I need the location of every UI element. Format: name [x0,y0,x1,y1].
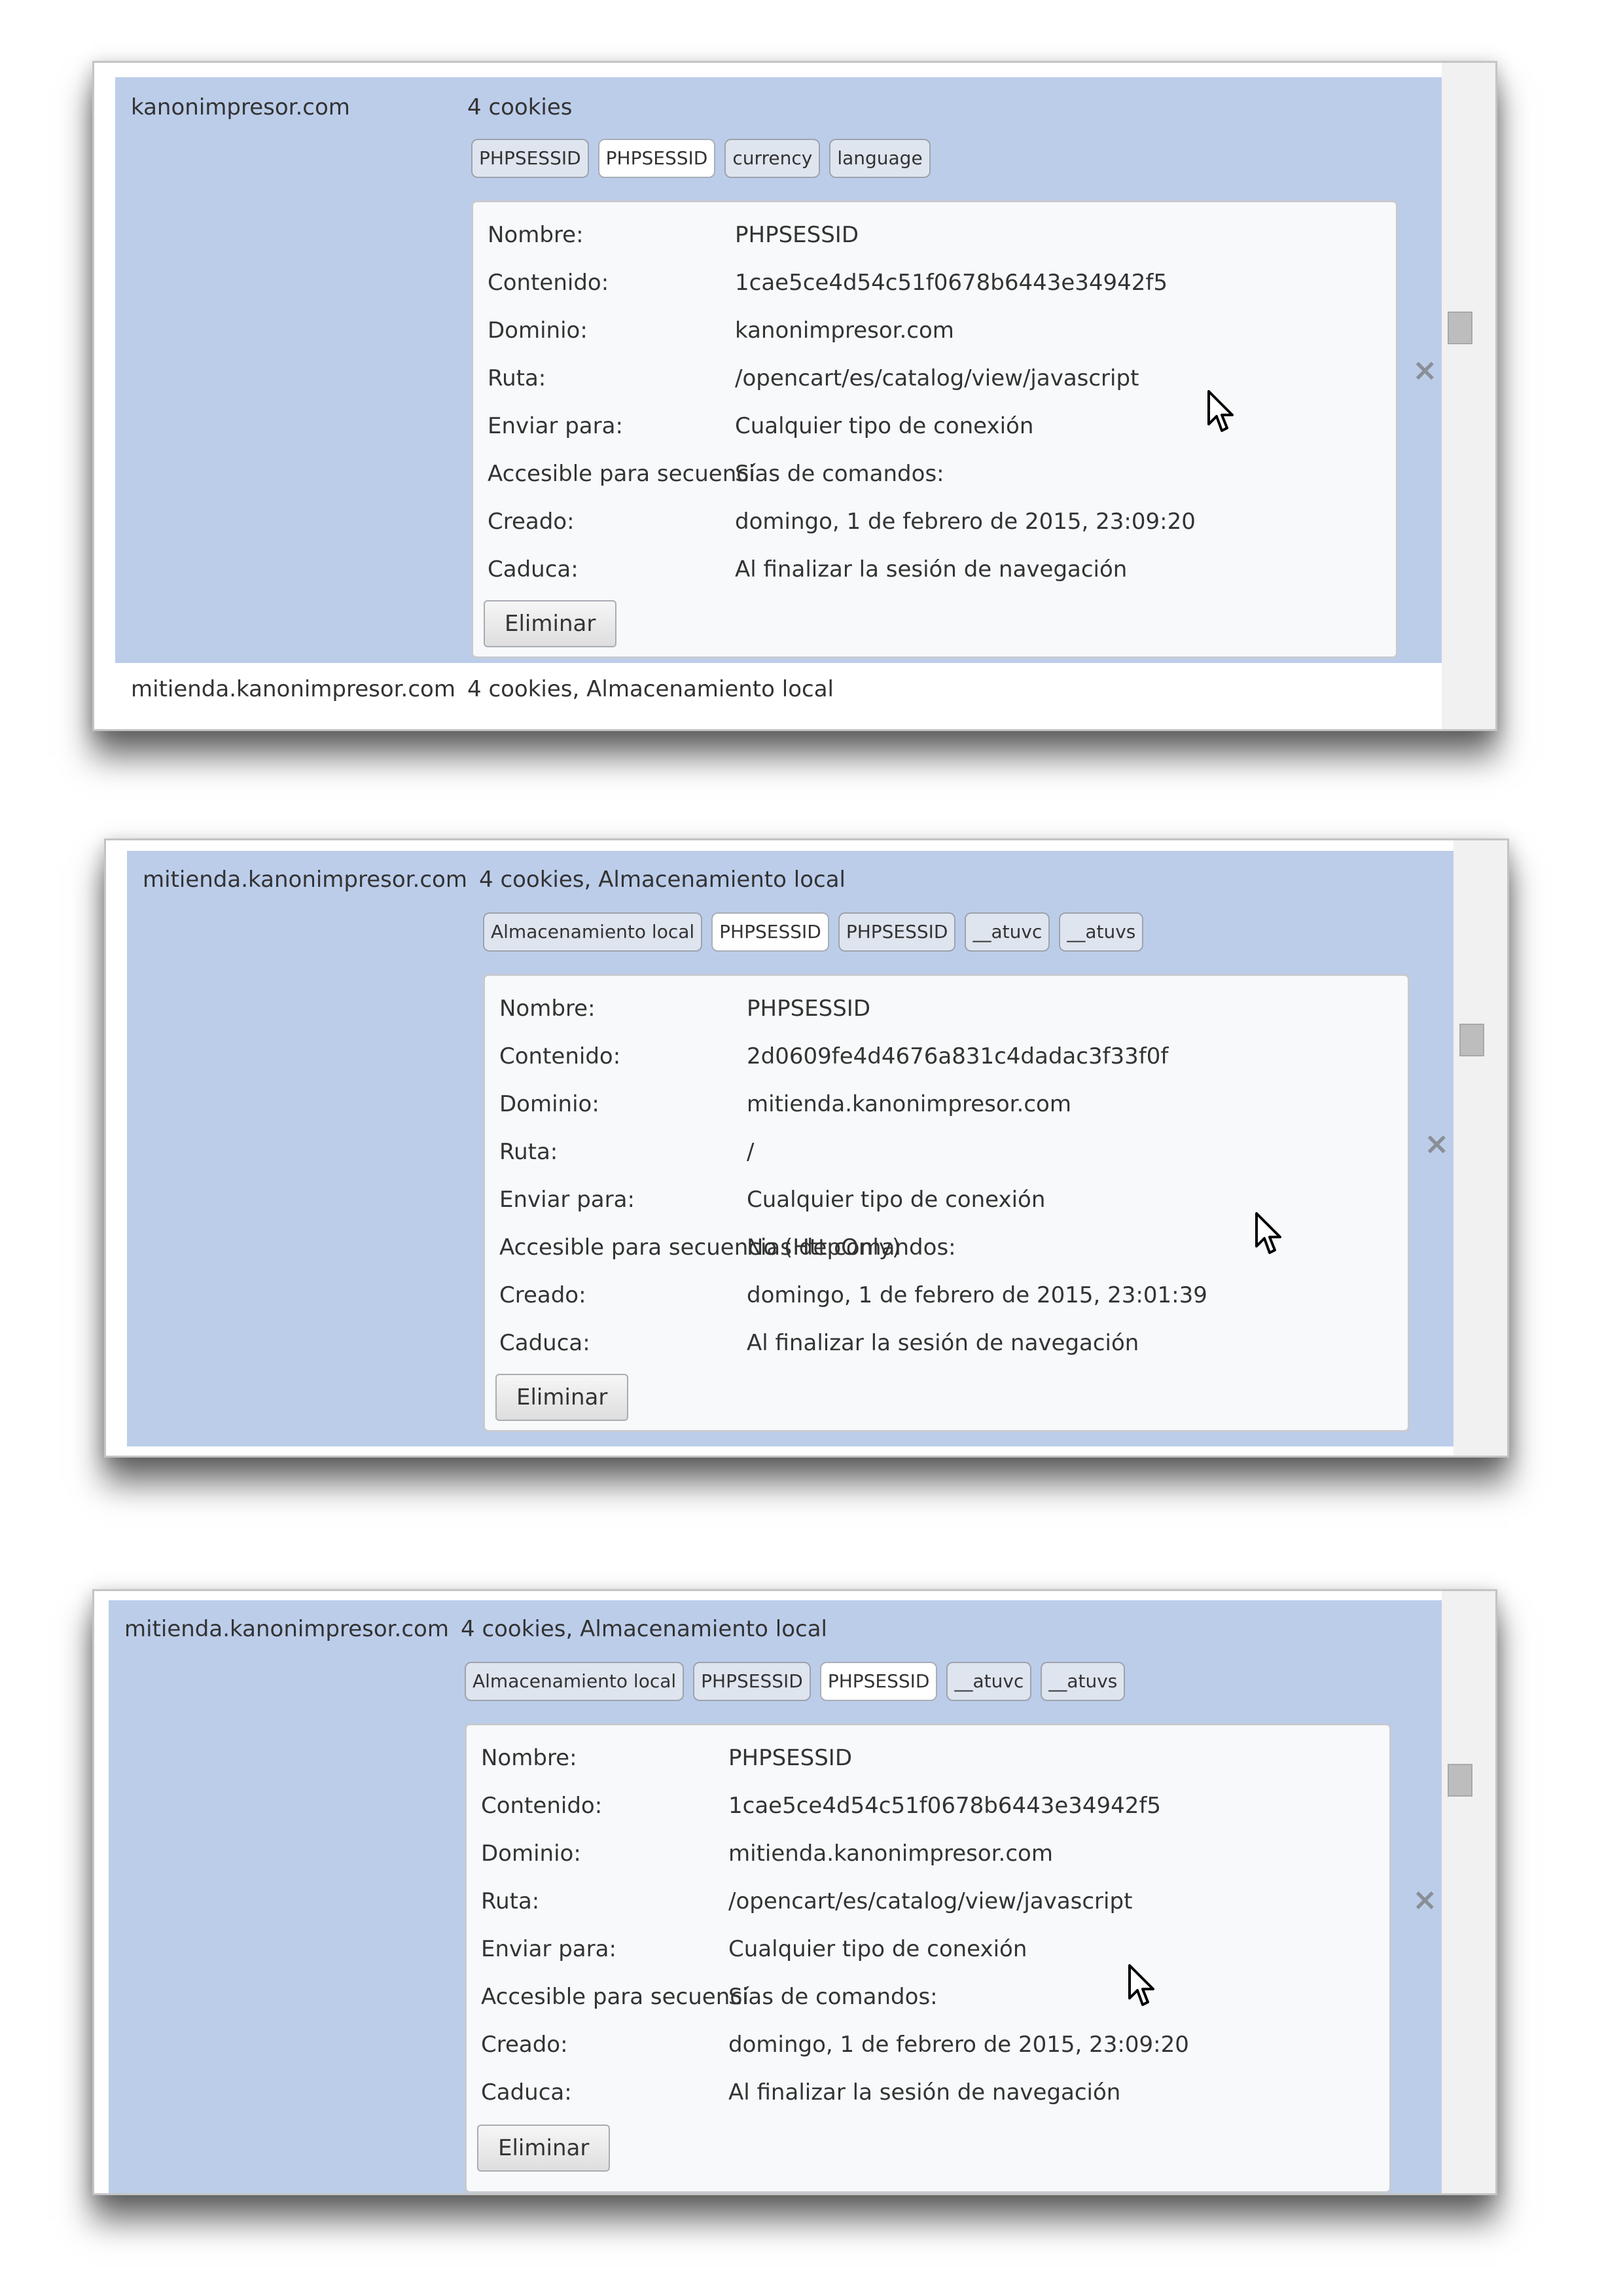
scrollbar-track[interactable] [1442,1591,1495,2193]
cookie-chip[interactable]: Almacenamiento local [465,1662,685,1701]
close-icon[interactable]: × [1412,1884,1438,1914]
site-row-mitienda[interactable]: mitienda.kanonimpresor.com 4 cookies, Al… [115,663,1442,729]
detail-label: Contenido: [488,270,609,296]
cookie-chip[interactable]: __atuvc [965,912,1050,952]
detail-value: Cualquier tipo de conexión [747,1187,1046,1213]
detail-value: 1cae5ce4d54c51f0678b6443e34942f5 [728,1793,1162,1819]
close-icon[interactable]: × [1412,355,1438,385]
detail-label: Dominio: [481,1840,581,1867]
close-icon[interactable]: × [1424,1128,1450,1158]
site-name: kanonimpresor.com [131,94,350,120]
cookie-chip-list: PHPSESSID PHPSESSID currency language [471,139,931,178]
cookie-chip-list: Almacenamiento local PHPSESSID PHPSESSID… [465,1662,1126,1701]
detail-value: domingo, 1 de febrero de 2015, 23:09:20 [735,509,1196,535]
cookie-chip[interactable]: __atuvc [946,1662,1032,1701]
detail-label: Dominio: [499,1091,599,1117]
detail-value: PHPSESSID [735,222,859,248]
cookie-chip-list: Almacenamiento local PHPSESSID PHPSESSID… [483,912,1144,952]
cookie-chip[interactable]: PHPSESSID [838,912,956,952]
mouse-cursor-icon [1128,1964,1154,2006]
detail-value: 1cae5ce4d54c51f0678b6443e34942f5 [735,270,1168,296]
detail-label: Contenido: [481,1793,603,1819]
detail-label: Ruta: [488,365,546,391]
site-row-mitienda[interactable]: mitienda.kanonimpresor.com 4 cookies, Al… [109,1600,1442,2193]
detail-label: Enviar para: [481,1936,616,1962]
detail-value: domingo, 1 de febrero de 2015, 23:01:39 [747,1282,1207,1308]
cookie-chip-selected[interactable]: PHPSESSID [819,1662,938,1701]
detail-value: kanonimpresor.com [735,317,954,344]
cookie-panel-1: kanonimpresor.com 4 cookies PHPSESSID PH… [92,61,1497,731]
detail-value: mitienda.kanonimpresor.com [728,1840,1053,1867]
detail-label: Enviar para: [499,1187,635,1213]
scrollbar-track[interactable] [1454,840,1507,1456]
detail-label: Nombre: [481,1745,577,1771]
detail-value: /opencart/es/catalog/view/javascript [735,365,1139,391]
detail-value: No (HttpOnly) [747,1234,901,1261]
cookie-panel-2: mitienda.kanonimpresor.com 4 cookies, Al… [104,838,1509,1458]
mouse-cursor-icon [1207,390,1234,432]
cookie-detail-card: Nombre: PHPSESSID Contenido: 2d0609fe4d467… [483,974,1410,1432]
detail-value: Al finalizar la sesión de navegación [747,1330,1139,1356]
delete-button[interactable]: Eliminar [477,2125,611,2172]
detail-label: Creado: [481,2032,568,2058]
scrollbar-track[interactable] [1442,63,1495,729]
site-row-kanonimpresor[interactable]: kanonimpresor.com 4 cookies PHPSESSID PH… [115,77,1442,663]
detail-value: Cualquier tipo de conexión [728,1936,1027,1962]
site-name: mitienda.kanonimpresor.com [131,676,455,702]
cookie-chip[interactable]: __atuvs [1041,1662,1126,1701]
scrollbar-thumb[interactable] [1448,1764,1472,1797]
detail-label: Ruta: [499,1139,558,1165]
scrollbar-thumb[interactable] [1448,312,1472,344]
detail-label: Dominio: [488,317,588,344]
detail-value: mitienda.kanonimpresor.com [747,1091,1071,1117]
site-name: mitienda.kanonimpresor.com [124,1616,449,1642]
cookie-detail-card: Nombre: PHPSESSID Contenido: 1cae5ce4d54c5… [465,1723,1391,2193]
cookie-chip[interactable]: language [829,139,931,178]
delete-button[interactable]: Eliminar [484,600,617,647]
detail-label: Nombre: [488,222,584,248]
cookie-chip[interactable]: Almacenamiento local [483,912,703,952]
detail-label: Creado: [488,509,575,535]
delete-button[interactable]: Eliminar [495,1374,629,1421]
cookie-chip-selected[interactable]: PHPSESSID [711,912,829,952]
detail-label: Creado: [499,1282,586,1308]
detail-label: Accesible para secuencias de comandos: [488,461,944,487]
cookie-summary: 4 cookies, Almacenamiento local [467,676,834,702]
detail-value: domingo, 1 de febrero de 2015, 23:09:20 [728,2032,1189,2058]
detail-value: PHPSESSID [728,1745,853,1771]
detail-value: Al finalizar la sesión de navegación [728,2079,1121,2106]
mouse-cursor-icon [1255,1212,1281,1254]
detail-value: Sí [735,461,756,487]
detail-value: 2d0609fe4d4676a831c4dadac3f33f0f [747,1043,1169,1069]
cookie-summary: 4 cookies [467,94,573,120]
detail-label: Accesible para secuencias de comandos: [481,1984,938,2010]
detail-label: Nombre: [499,996,596,1022]
site-name: mitienda.kanonimpresor.com [143,867,467,893]
detail-value: / [747,1139,755,1165]
detail-value: Cualquier tipo de conexión [735,413,1034,439]
cookie-summary: 4 cookies, Almacenamiento local [479,867,846,893]
scrollbar-thumb[interactable] [1459,1024,1484,1056]
cookie-chip[interactable]: PHPSESSID [693,1662,811,1701]
cookie-chip[interactable]: __atuvs [1059,912,1144,952]
detail-value: PHPSESSID [747,996,871,1022]
cookie-detail-card: Nombre: PHPSESSID Contenido: 1cae5ce4d54c5… [471,200,1398,658]
cookie-chip[interactable]: PHPSESSID [471,139,589,178]
detail-label: Enviar para: [488,413,623,439]
detail-label: Ruta: [481,1888,540,1914]
detail-label: Caduca: [481,2079,572,2106]
detail-label: Caduca: [499,1330,590,1356]
cookie-chip[interactable]: currency [724,139,821,178]
detail-label: Caduca: [488,556,579,583]
detail-value: Al finalizar la sesión de navegación [735,556,1128,583]
detail-label: Contenido: [499,1043,621,1069]
site-row-mitienda[interactable]: mitienda.kanonimpresor.com 4 cookies, Al… [127,851,1454,1446]
cookie-summary: 4 cookies, Almacenamiento local [461,1616,827,1642]
detail-value: /opencart/es/catalog/view/javascript [728,1888,1133,1914]
cookie-panel-3: mitienda.kanonimpresor.com 4 cookies, Al… [92,1589,1497,2195]
cookie-chip-selected[interactable]: PHPSESSID [597,139,716,178]
detail-value: Sí [728,1984,749,2010]
